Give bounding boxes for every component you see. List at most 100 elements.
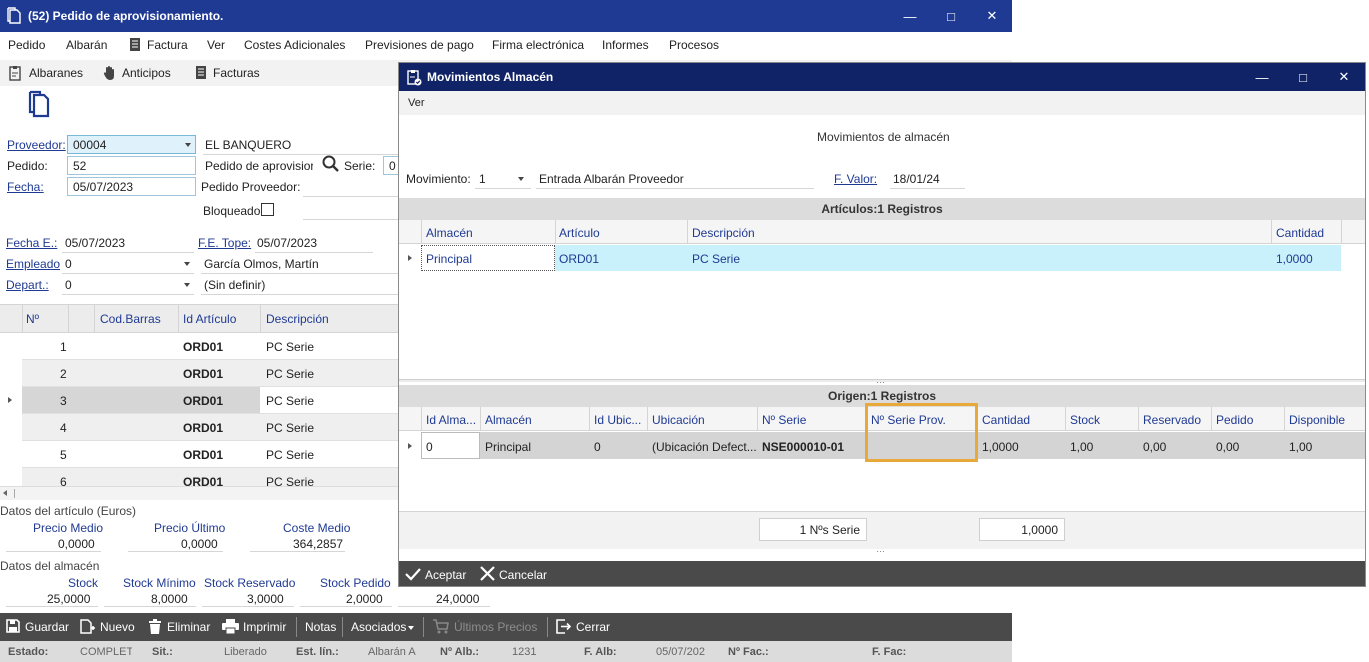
col-ubicacion[interactable]: Ubicación	[652, 413, 705, 427]
dialog-minimize-button[interactable]: —	[1241, 63, 1283, 91]
depart-label[interactable]: Depart.:	[6, 278, 49, 292]
col-cantidad[interactable]: Cantidad	[982, 413, 1030, 427]
col-n-serie[interactable]: Nº Serie	[762, 413, 806, 427]
row-descripcion-cell[interactable]: PC Serie	[266, 367, 314, 381]
table-row[interactable]: 3 ORD01 PC Serie	[22, 387, 398, 414]
row-descripcion-cell[interactable]: PC Serie	[266, 421, 314, 435]
ultimos-precios-button[interactable]: Últimos Precios	[454, 620, 537, 634]
dialog-maximize-button[interactable]: □	[1282, 63, 1324, 91]
col-id-ubicacion[interactable]: Id Ubic...	[594, 413, 646, 427]
imprimir-button[interactable]: Imprimir	[243, 620, 286, 634]
guardar-button[interactable]: Guardar	[25, 620, 69, 634]
movimiento-value[interactable]: 1	[479, 172, 486, 186]
splitter-grip-icon[interactable]: …	[876, 544, 886, 554]
close-button[interactable]: ✕	[971, 0, 1012, 32]
col-descripcion[interactable]: Descripción	[692, 226, 755, 240]
chevron-down-icon[interactable]	[185, 143, 191, 147]
anticipos-button[interactable]: Anticipos	[122, 66, 171, 80]
row-id-articulo-cell[interactable]: ORD01	[183, 394, 223, 408]
articulo-cantidad-cell[interactable]: 1,0000	[1276, 252, 1313, 266]
row-id-articulo-cell[interactable]: ORD01	[183, 367, 223, 381]
asociados-button[interactable]: Asociados	[351, 620, 406, 634]
col-descripcion[interactable]: Descripción	[266, 312, 329, 326]
empleado-label[interactable]: Empleado	[6, 257, 60, 271]
col-almacen[interactable]: Almacén	[426, 226, 473, 240]
origen-stock-cell[interactable]: 1,00	[1070, 440, 1093, 454]
col-pedido[interactable]: Pedido	[1216, 413, 1253, 427]
cerrar-button[interactable]: Cerrar	[576, 620, 610, 634]
table-row[interactable]: 2 ORD01 PC Serie	[22, 360, 398, 387]
col-disponible[interactable]: Disponible	[1289, 413, 1345, 427]
origen-disponible-cell[interactable]: 1,00	[1289, 440, 1312, 454]
col-almacen[interactable]: Almacén	[485, 413, 532, 427]
horizontal-scrollbar[interactable]	[0, 486, 398, 500]
fecha-label[interactable]: Fecha:	[7, 180, 44, 194]
origen-ubicacion-cell[interactable]: (Ubicación Defect...	[652, 440, 757, 454]
articulo-descripcion-cell[interactable]: PC Serie	[692, 252, 740, 266]
albaranes-button[interactable]: Albaranes	[29, 66, 83, 80]
eliminar-button[interactable]: Eliminar	[167, 620, 210, 634]
col-reservado[interactable]: Reservado	[1143, 413, 1201, 427]
col-id-almacen[interactable]: Id Alma...	[426, 413, 480, 427]
fvalor-label[interactable]: F. Valor:	[834, 172, 877, 186]
menu-factura[interactable]: Factura	[147, 38, 188, 52]
fe-tope-label[interactable]: F.E. Tope:	[198, 236, 251, 250]
fe-tope-value[interactable]: 05/07/2023	[257, 236, 317, 250]
row-number-cell[interactable]: 4	[60, 421, 67, 435]
proveedor-field[interactable]: 00004	[67, 135, 196, 154]
row-id-articulo-cell[interactable]: ORD01	[183, 448, 223, 462]
cancelar-button[interactable]: Cancelar	[499, 568, 547, 582]
origen-almacen-cell[interactable]: Principal	[485, 440, 531, 454]
row-number-cell[interactable]: 2	[60, 367, 67, 381]
row-number-cell[interactable]: 1	[60, 340, 67, 354]
origen-id-almacen-cell[interactable]: 0	[426, 440, 433, 454]
menu-costes-adicionales[interactable]: Costes Adicionales	[244, 38, 345, 52]
menu-pedido[interactable]: Pedido	[8, 38, 45, 52]
table-row[interactable]: 5 ORD01 PC Serie	[22, 441, 398, 468]
table-row[interactable]: 4 ORD01 PC Serie	[22, 414, 398, 441]
col-id-articulo[interactable]: Id Artículo	[183, 312, 236, 326]
row-descripcion-cell[interactable]: PC Serie	[266, 448, 314, 462]
minimize-button[interactable]: —	[889, 0, 931, 32]
splitter-grip-icon[interactable]: …	[876, 375, 886, 385]
col-articulo[interactable]: Artículo	[559, 226, 600, 240]
origen-id-ubicacion-cell[interactable]: 0	[594, 440, 601, 454]
dialog-menu-ver[interactable]: Ver	[408, 97, 425, 109]
depart-value[interactable]: 0	[65, 278, 72, 292]
chevron-down-icon[interactable]	[518, 177, 524, 181]
origen-n-serie-cell[interactable]: NSE000010-01	[762, 440, 844, 454]
maximize-button[interactable]: □	[930, 0, 972, 32]
col-stock[interactable]: Stock	[1070, 413, 1100, 427]
menu-firma-electronica[interactable]: Firma electrónica	[492, 38, 584, 52]
chevron-down-icon[interactable]	[184, 262, 190, 266]
nuevo-button[interactable]: Nuevo	[100, 620, 135, 634]
col-n[interactable]: Nº	[26, 312, 39, 326]
chevron-down-icon[interactable]	[408, 626, 414, 630]
articulo-codigo-cell[interactable]: ORD01	[559, 252, 599, 266]
pedido-field[interactable]: 52	[67, 156, 196, 175]
menu-informes[interactable]: Informes	[602, 38, 649, 52]
fecha-e-label[interactable]: Fecha E.:	[6, 236, 57, 250]
search-icon[interactable]	[322, 155, 340, 173]
bloqueado-checkbox[interactable]	[261, 203, 274, 216]
origen-cantidad-cell[interactable]: 1,0000	[982, 440, 1019, 454]
origen-pedido-cell[interactable]: 0,00	[1216, 440, 1239, 454]
facturas-button[interactable]: Facturas	[213, 66, 260, 80]
row-descripcion-cell[interactable]: PC Serie	[266, 394, 314, 408]
table-row[interactable]: 1 ORD01 PC Serie	[22, 333, 398, 360]
dialog-close-button[interactable]: ✕	[1323, 63, 1365, 91]
col-cod-barras[interactable]: Cod.Barras	[100, 312, 161, 326]
chevron-down-icon[interactable]	[184, 283, 190, 287]
proveedor-label[interactable]: Proveedor:	[7, 138, 66, 152]
articulos-row[interactable]: Principal ORD01 PC Serie 1,0000	[421, 245, 1341, 271]
fecha-field[interactable]: 05/07/2023	[67, 177, 196, 196]
menu-previsiones-pago[interactable]: Previsiones de pago	[365, 38, 474, 52]
col-cantidad[interactable]: Cantidad	[1276, 226, 1324, 240]
menu-albaran[interactable]: Albarán	[66, 38, 107, 52]
empleado-value[interactable]: 0	[65, 257, 72, 271]
scroll-left-icon[interactable]	[3, 490, 7, 496]
origen-reservado-cell[interactable]: 0,00	[1143, 440, 1166, 454]
articulo-almacen-cell[interactable]: Principal	[426, 252, 472, 266]
aceptar-button[interactable]: Aceptar	[425, 568, 466, 582]
fvalor-value[interactable]: 18/01/24	[893, 172, 940, 186]
